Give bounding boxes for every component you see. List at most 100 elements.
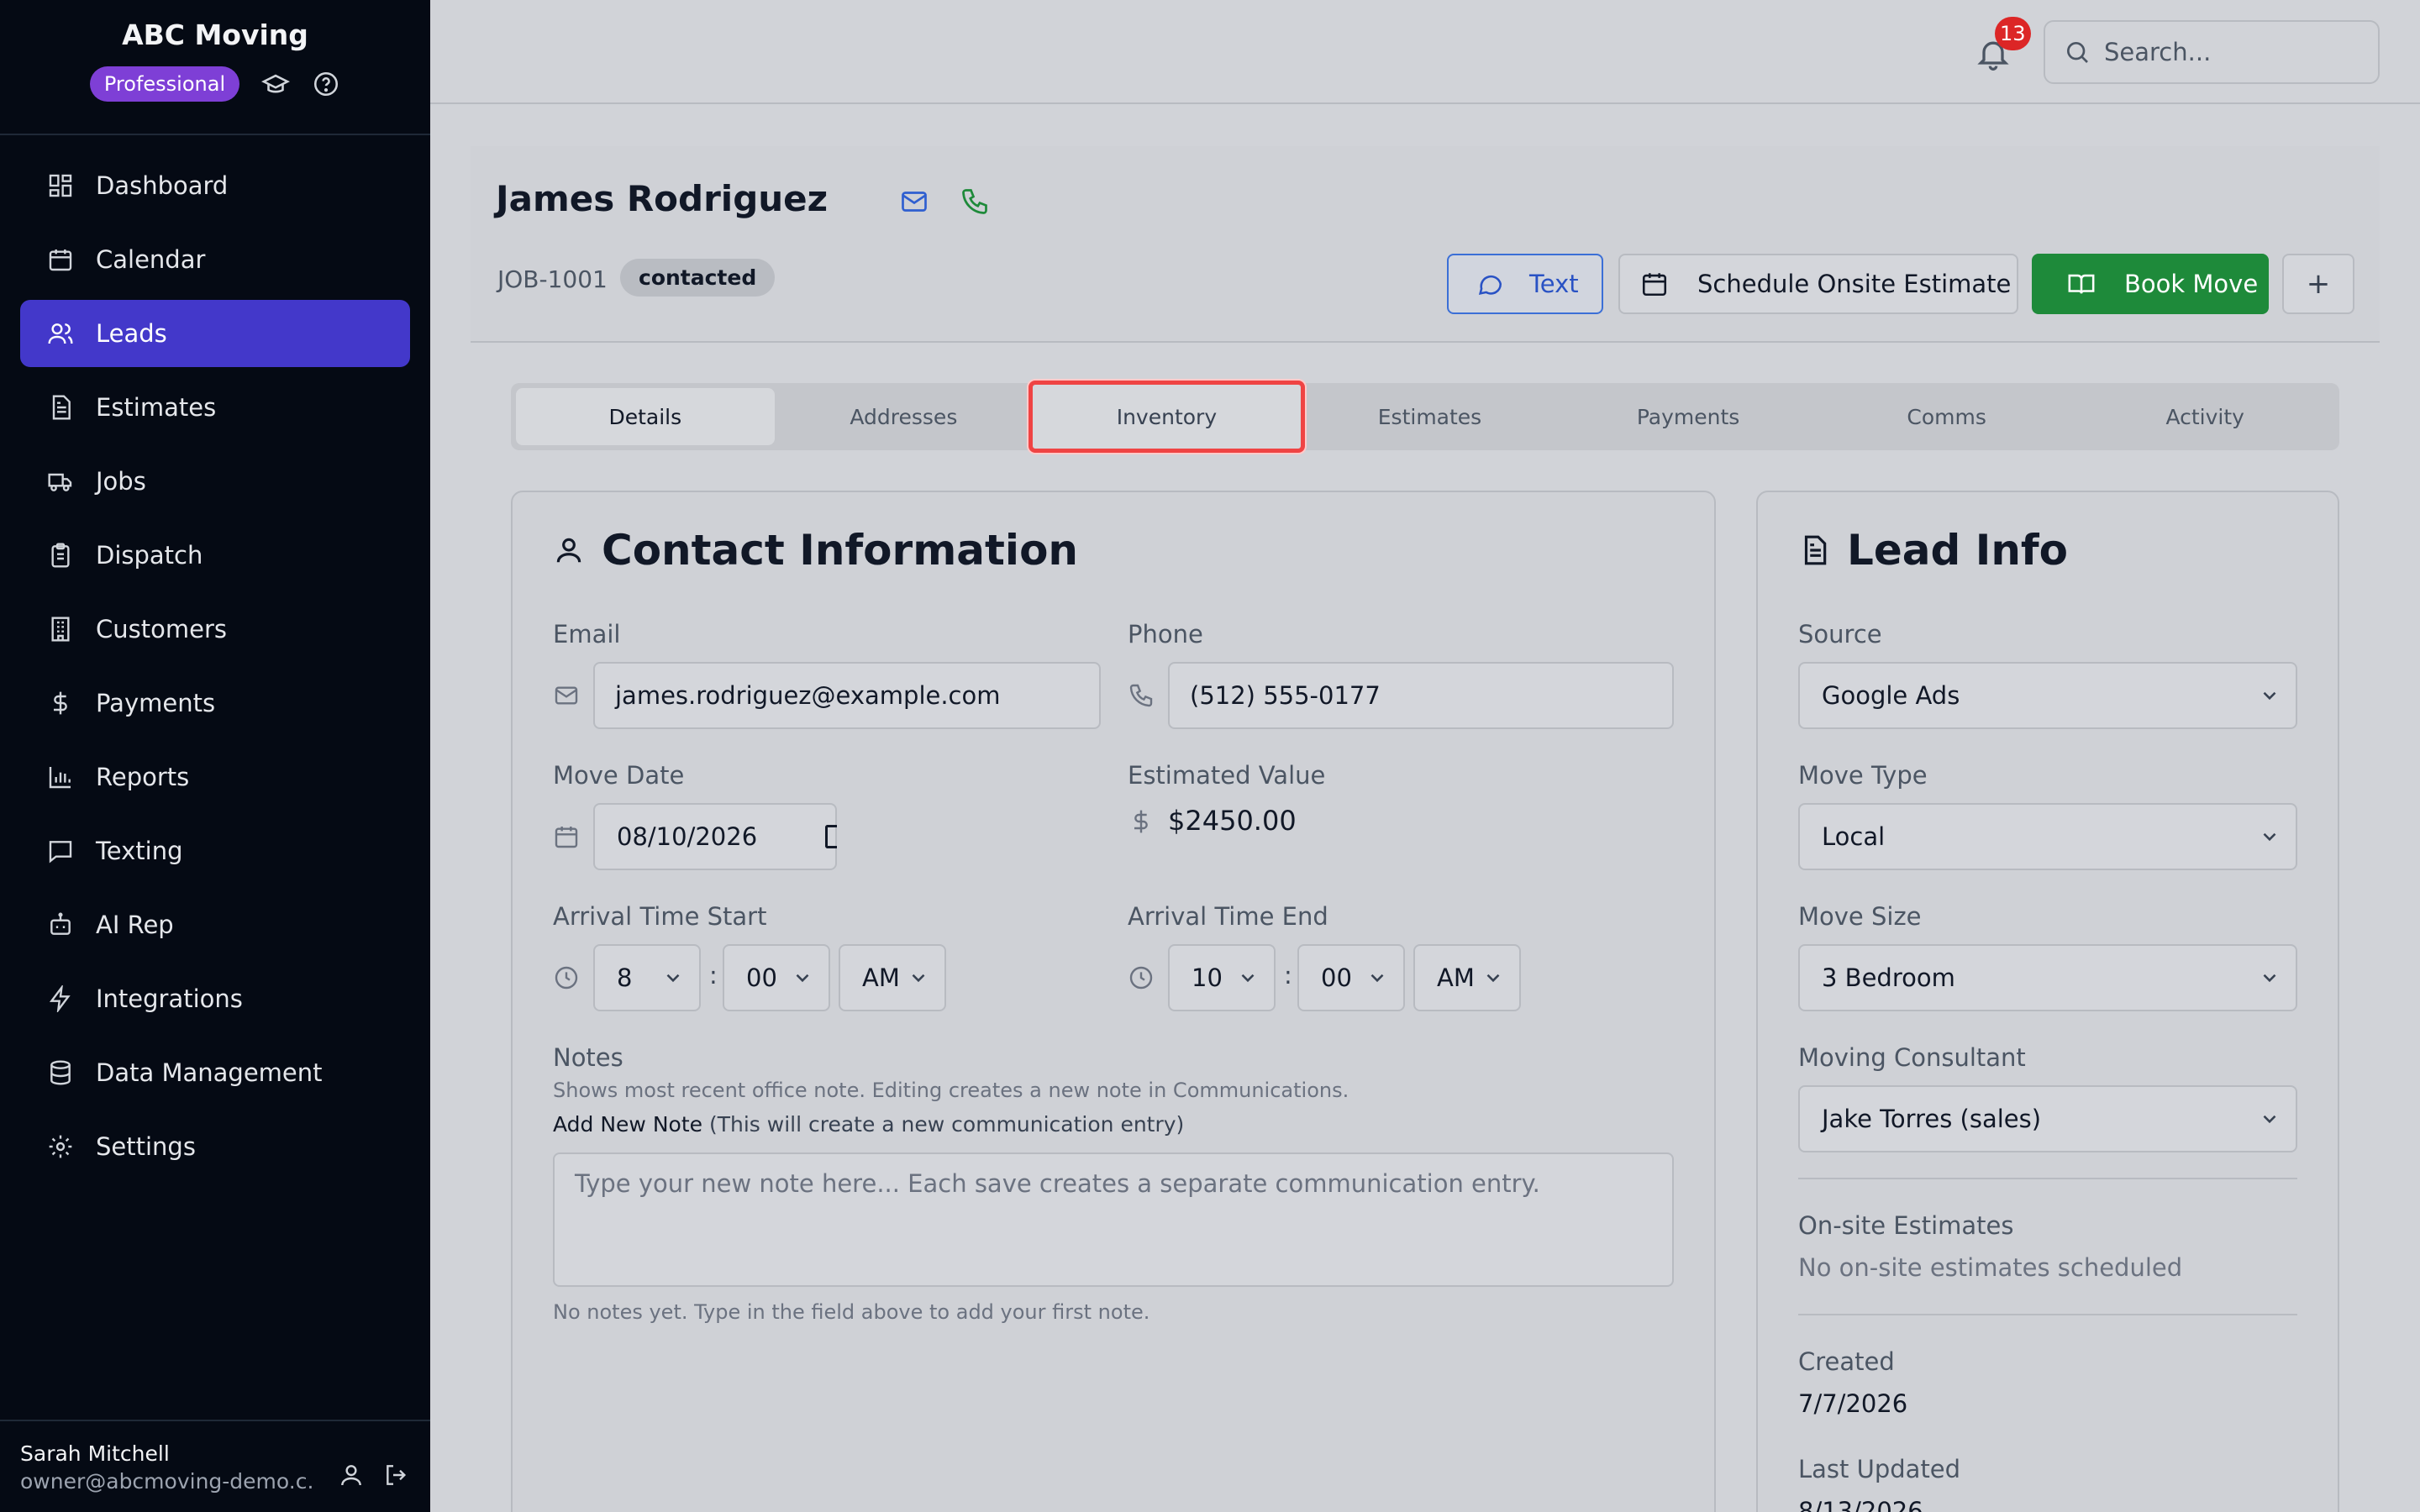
chevron-down-icon — [2263, 974, 2276, 983]
bar-chart-icon — [47, 764, 74, 790]
tab-activity[interactable]: Activity — [2075, 388, 2334, 445]
email-label: Email — [553, 620, 621, 648]
onsite-estimates-value: No on-site estimates scheduled — [1798, 1253, 2183, 1282]
tab-payments[interactable]: Payments — [1559, 388, 1818, 445]
arrival-end-minute-select[interactable]: 00 — [1297, 944, 1405, 1011]
contact-information-card: Contact Information Email james.rodrigue… — [511, 491, 1716, 1512]
move-type-select[interactable]: Local — [1798, 803, 2297, 870]
mail-icon[interactable] — [899, 186, 929, 217]
tab-comms[interactable]: Comms — [1818, 388, 2076, 445]
dashboard-icon — [47, 172, 74, 199]
sidebar-item-label: Calendar — [96, 245, 206, 274]
email-field[interactable]: james.rodriguez@example.com — [593, 662, 1101, 729]
clock-icon — [1128, 964, 1155, 991]
sidebar-item-dispatch[interactable]: Dispatch — [20, 522, 410, 589]
sidebar-item-integrations[interactable]: Integrations — [20, 965, 410, 1032]
logout-icon[interactable] — [383, 1462, 410, 1488]
arrival-start-minute-select[interactable]: 00 — [723, 944, 830, 1011]
tab-details[interactable]: Details — [516, 388, 775, 445]
estimated-value[interactable]: $2450.00 — [1168, 805, 1297, 837]
sidebar-item-estimates[interactable]: Estimates — [20, 374, 410, 441]
arrival-start-hour-select[interactable]: 8 — [593, 944, 701, 1011]
onsite-estimates-label: On-site Estimates — [1798, 1211, 2014, 1240]
sidebar-item-reports[interactable]: Reports — [20, 743, 410, 811]
tab-addresses[interactable]: Addresses — [775, 388, 1034, 445]
arrival-end-hour-select[interactable]: 10 — [1168, 944, 1276, 1011]
arrival-start-ampm-select[interactable]: AM — [839, 944, 946, 1011]
text-button[interactable]: Text — [1447, 254, 1603, 314]
last-updated-value: 8/13/2026 — [1798, 1497, 1923, 1512]
calendar-icon — [47, 246, 74, 273]
help-icon[interactable] — [312, 70, 340, 98]
sidebar-item-ai-rep[interactable]: AI Rep — [20, 891, 410, 958]
chevron-down-icon — [2263, 832, 2276, 842]
divider — [1798, 1314, 2297, 1315]
profile-icon[interactable] — [338, 1462, 365, 1488]
chevron-down-icon — [666, 974, 680, 983]
lead-header: James Rodriguez JOB-1001 contacted Text … — [471, 146, 2380, 343]
source-select[interactable]: Google Ads — [1798, 662, 2297, 729]
search-box[interactable] — [2044, 20, 2380, 84]
sidebar-item-label: Texting — [96, 837, 183, 865]
arrival-end-label: Arrival Time End — [1128, 902, 1328, 931]
arrival-start-minute-value: 00 — [746, 963, 777, 992]
sidebar-item-label: Settings — [96, 1132, 196, 1161]
calendar-icon — [553, 823, 580, 850]
search-icon — [2064, 39, 2104, 66]
sidebar-item-jobs[interactable]: Jobs — [20, 448, 410, 515]
text-button-label: Text — [1529, 270, 1579, 298]
sidebar-item-leads[interactable]: Leads — [20, 300, 410, 367]
more-actions-button[interactable]: + — [2282, 254, 2354, 314]
sidebar-item-settings[interactable]: Settings — [20, 1113, 410, 1180]
arrival-end-ampm-select[interactable]: AM — [1413, 944, 1521, 1011]
clock-icon — [553, 964, 580, 991]
mail-icon — [553, 682, 580, 709]
lead-info-title: Lead Info — [1798, 526, 2068, 575]
chevron-down-icon — [1241, 974, 1255, 983]
phone-field[interactable]: (512) 555-0177 — [1168, 662, 1674, 729]
created-label: Created — [1798, 1347, 1895, 1376]
schedule-onsite-estimate-button[interactable]: Schedule Onsite Estimate — [1618, 254, 2018, 314]
tab-inventory[interactable]: Inventory — [1028, 381, 1305, 453]
move-size-label: Move Size — [1798, 902, 1922, 931]
schedule-button-label: Schedule Onsite Estimate — [1697, 270, 2012, 298]
sidebar-item-payments[interactable]: Payments — [20, 669, 410, 737]
arrival-end-minute-value: 00 — [1321, 963, 1352, 992]
database-icon — [47, 1059, 74, 1086]
tab-estimates[interactable]: Estimates — [1301, 388, 1560, 445]
book-move-label: Book Move — [2124, 270, 2259, 298]
sidebar-item-label: Leads — [96, 319, 167, 348]
graduation-cap-icon[interactable] — [261, 70, 291, 98]
user-email: owner@abcmoving-demo.c... — [20, 1469, 316, 1494]
last-updated-label: Last Updated — [1798, 1455, 1961, 1483]
sidebar-item-data-management[interactable]: Data Management — [20, 1039, 410, 1106]
sidebar-item-calendar[interactable]: Calendar — [20, 226, 410, 293]
contact-card-title: Contact Information — [553, 526, 1078, 575]
sidebar-item-dashboard[interactable]: Dashboard — [20, 152, 410, 219]
book-move-button[interactable]: Book Move — [2032, 254, 2269, 314]
sidebar-item-texting[interactable]: Texting — [20, 817, 410, 885]
consultant-value: Jake Torres (sales) — [1822, 1105, 2042, 1133]
sidebar-item-customers[interactable]: Customers — [20, 596, 410, 663]
new-note-textarea[interactable]: Type your new note here... Each save cre… — [553, 1152, 1674, 1287]
notes-help-text: Shows most recent office note. Editing c… — [553, 1079, 1349, 1102]
sidebar-item-label: Reports — [96, 763, 190, 791]
brand-name: ABC Moving — [122, 18, 308, 51]
move-size-select[interactable]: 3 Bedroom — [1798, 944, 2297, 1011]
move-date-field[interactable]: 08/10/2026 — [593, 803, 837, 870]
consultant-label: Moving Consultant — [1798, 1043, 2026, 1072]
message-icon — [47, 837, 74, 864]
sidebar: ABC Moving Professional Dashboard Calend… — [0, 0, 430, 1512]
sidebar-item-label: AI Rep — [96, 911, 174, 939]
top-bar: 13 — [430, 0, 2420, 104]
search-input[interactable] — [2104, 38, 2373, 66]
phone-icon — [1128, 682, 1155, 709]
chevron-down-icon — [2263, 1115, 2276, 1124]
consultant-select[interactable]: Jake Torres (sales) — [1798, 1085, 2297, 1152]
chevron-down-icon — [912, 974, 925, 983]
date-picker-icon[interactable] — [825, 825, 837, 848]
created-value: 7/7/2026 — [1798, 1389, 1908, 1418]
add-note-hint: (This will create a new communication en… — [708, 1112, 1185, 1137]
phone-icon[interactable] — [960, 186, 990, 217]
user-panel: Sarah Mitchell owner@abcmoving-demo.c... — [0, 1420, 430, 1512]
